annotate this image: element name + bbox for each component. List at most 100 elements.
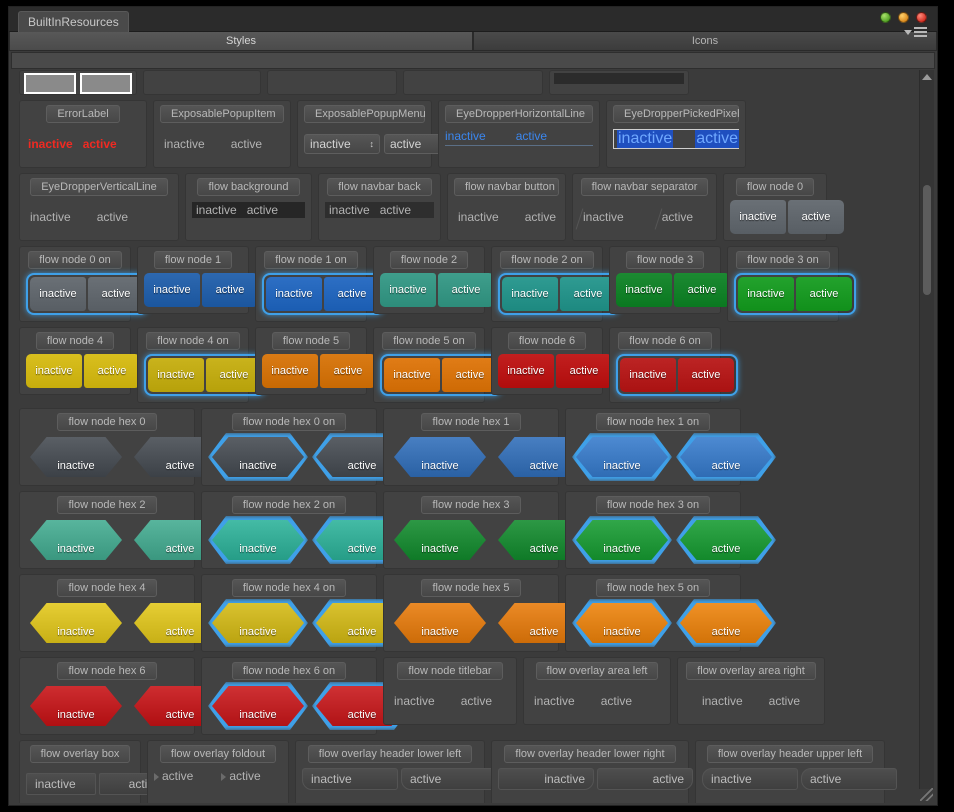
style-card-caption: flow node 2 on bbox=[500, 251, 594, 269]
flow-node-inactive[interactable]: inactive bbox=[616, 273, 672, 307]
style-card-body: inactive active bbox=[208, 516, 412, 564]
scrollbar-thumb[interactable] bbox=[923, 185, 931, 295]
tab-styles[interactable]: Styles bbox=[9, 32, 473, 51]
overlay-header-inactive[interactable]: inactive bbox=[702, 768, 798, 790]
flow-hex-active[interactable]: active bbox=[676, 599, 776, 647]
swatch-active[interactable] bbox=[80, 73, 132, 94]
flow-node-inactive[interactable]: inactive bbox=[266, 277, 322, 311]
flow-node-inactive[interactable]: inactive bbox=[262, 354, 318, 388]
overlay-header-active[interactable]: active bbox=[401, 768, 497, 790]
style-card: flow node 4 inactive active bbox=[19, 327, 140, 395]
flow-node-inactive[interactable]: inactive bbox=[384, 358, 440, 392]
flow-hex-inactive[interactable]: inactive bbox=[572, 516, 672, 564]
minimize-button[interactable] bbox=[880, 12, 891, 23]
style-card-body: inactive active bbox=[208, 433, 412, 481]
flow-hex-inactive[interactable]: inactive bbox=[572, 433, 672, 481]
flow-hex-inactive[interactable]: inactive bbox=[572, 599, 672, 647]
overlay-header-active[interactable]: active bbox=[597, 768, 693, 790]
picked-pixel-box[interactable]: inactive active bbox=[613, 129, 740, 149]
flow-hex-inactive[interactable]: inactive bbox=[30, 686, 122, 726]
flow-node-active[interactable]: active bbox=[88, 277, 144, 311]
hex-shape: inactive bbox=[394, 437, 486, 477]
flow-node-inactive[interactable]: inactive bbox=[620, 358, 676, 392]
style-card-clipped bbox=[267, 70, 397, 95]
flow-hex-inactive[interactable]: inactive bbox=[30, 437, 122, 477]
overlay-foldout-active[interactable]: active bbox=[221, 769, 261, 783]
flow-node-inactive[interactable]: inactive bbox=[148, 358, 204, 392]
flow-node-active[interactable]: active bbox=[202, 273, 258, 307]
flow-node-active[interactable]: active bbox=[796, 277, 852, 311]
style-card: flow overlay header upper left inactive ac… bbox=[695, 740, 897, 803]
flow-node-active[interactable]: active bbox=[788, 200, 844, 234]
main-tabstrip: Styles Icons bbox=[9, 32, 937, 51]
flow-node-active[interactable]: active bbox=[442, 358, 498, 392]
flow-node-inactive[interactable]: inactive bbox=[30, 277, 86, 311]
flow-node-active[interactable]: active bbox=[438, 273, 494, 307]
style-card-caption: flow node hex 0 bbox=[57, 413, 157, 431]
exposable-popup-inactive[interactable]: inactive ↕ bbox=[304, 134, 380, 154]
flow-hex-inactive[interactable]: inactive bbox=[208, 516, 308, 564]
tab-icons[interactable]: Icons bbox=[473, 32, 937, 51]
scroll-up-arrow-icon[interactable] bbox=[922, 74, 932, 80]
maximize-button[interactable] bbox=[898, 12, 909, 23]
style-card: flow node 4 on inactive active bbox=[137, 327, 262, 403]
flow-hex-inactive[interactable]: inactive bbox=[394, 603, 486, 643]
style-card: flow node 1 inactive active bbox=[137, 246, 258, 314]
overlay-header-active[interactable]: active bbox=[801, 768, 897, 790]
flow-hex-inactive[interactable]: inactive bbox=[208, 682, 308, 730]
flow-node-inactive[interactable]: inactive bbox=[738, 277, 794, 311]
style-card-body: inactive active bbox=[144, 273, 258, 307]
hamburger-menu-icon[interactable] bbox=[904, 27, 927, 37]
flow-hex-pair: inactive active bbox=[208, 599, 412, 647]
flow-hex-inactive[interactable]: inactive bbox=[394, 437, 486, 477]
state-label: active bbox=[524, 210, 557, 224]
flow-hex-pair: inactive active bbox=[208, 682, 412, 730]
style-card: ExposablePopupItem inactive active bbox=[153, 100, 291, 168]
flow-hex-pair: inactive active bbox=[26, 518, 230, 562]
style-card: flow node 3 inactive active bbox=[609, 246, 730, 314]
flow-hex-pair: inactive active bbox=[572, 599, 776, 647]
flow-hex-inactive[interactable]: inactive bbox=[30, 603, 122, 643]
overlay-box-inactive[interactable]: inactive bbox=[26, 773, 96, 795]
flow-hex-inactive[interactable]: inactive bbox=[394, 520, 486, 560]
flow-node-active[interactable]: active bbox=[84, 354, 140, 388]
vertical-scrollbar[interactable] bbox=[919, 70, 934, 789]
close-button[interactable] bbox=[916, 12, 927, 23]
style-card-body: inactive active bbox=[390, 435, 590, 479]
flow-node-active[interactable]: active bbox=[206, 358, 262, 392]
swatch-inactive[interactable] bbox=[24, 73, 76, 94]
flow-node-inactive[interactable]: inactive bbox=[502, 277, 558, 311]
styles-scroll-area: ErrorLabel inactive active ExposablePopupIt… bbox=[11, 70, 935, 803]
style-card-body: inactive active bbox=[498, 354, 612, 388]
flow-hex-inactive[interactable]: inactive bbox=[30, 520, 122, 560]
flow-node-inactive[interactable]: inactive bbox=[730, 200, 786, 234]
flow-node-inactive[interactable]: inactive bbox=[26, 354, 82, 388]
style-card: ExposablePopupMenu inactive ↕ active ↕ bbox=[297, 100, 460, 168]
flow-node-active[interactable]: active bbox=[674, 273, 730, 307]
flow-node-inactive[interactable]: inactive bbox=[144, 273, 200, 307]
flow-hex-inactive[interactable]: inactive bbox=[208, 433, 308, 481]
style-card-caption: flow overlay foldout bbox=[159, 745, 277, 763]
flow-node-active[interactable]: active bbox=[560, 277, 616, 311]
style-card-caption: flow node 0 on bbox=[28, 251, 122, 269]
flow-hex-active[interactable]: active bbox=[676, 433, 776, 481]
overlay-header-inactive[interactable]: inactive bbox=[498, 768, 594, 790]
flow-node-active[interactable]: active bbox=[556, 354, 612, 388]
flow-node-active[interactable]: active bbox=[678, 358, 734, 392]
flow-hex-pair: inactive active bbox=[390, 518, 594, 562]
overlay-foldout-inactive[interactable]: active bbox=[153, 769, 193, 783]
document-tab-builtinresources[interactable]: BuiltInResources bbox=[18, 11, 129, 32]
flow-hex-inactive[interactable]: inactive bbox=[208, 599, 308, 647]
hex-shape: active bbox=[680, 520, 772, 560]
style-card: flow node hex 6 on inactive active bbox=[201, 657, 412, 735]
flow-node-active[interactable]: active bbox=[324, 277, 380, 311]
style-card-body: inactive active bbox=[380, 273, 494, 307]
flow-node-inactive[interactable]: inactive bbox=[498, 354, 554, 388]
flow-hex-active[interactable]: active bbox=[676, 516, 776, 564]
resize-grip-icon[interactable] bbox=[920, 788, 933, 801]
state-label: active bbox=[460, 694, 493, 708]
overlay-header-inactive[interactable]: inactive bbox=[302, 768, 398, 790]
flow-node-active[interactable]: active bbox=[320, 354, 376, 388]
toolbar-strip[interactable] bbox=[11, 52, 935, 69]
flow-node-inactive[interactable]: inactive bbox=[380, 273, 436, 307]
